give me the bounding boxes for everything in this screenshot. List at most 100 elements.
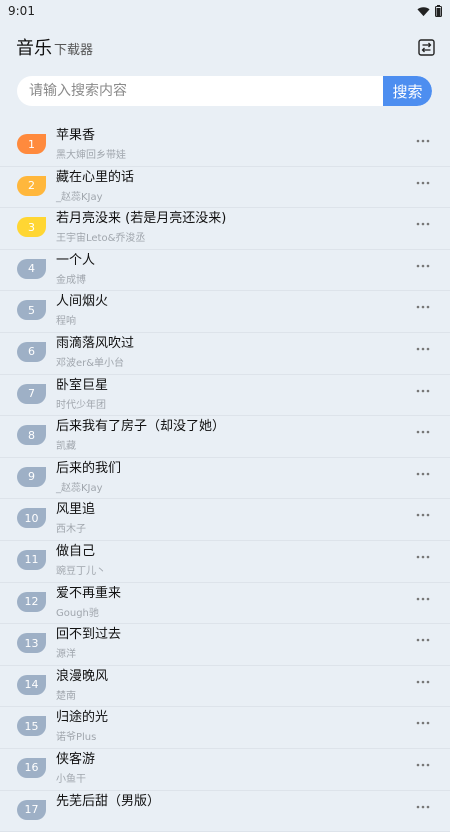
more-options-button[interactable] [416, 592, 430, 606]
song-row[interactable]: 2藏在心里的话_赵蕊KJay [0, 167, 450, 209]
song-info: 侠客游小鱼干 [56, 749, 95, 788]
more-dots-icon [416, 430, 430, 434]
song-title: 爱不再重来 [56, 585, 121, 603]
rank-badge: 7 [17, 384, 46, 404]
more-options-button[interactable] [416, 134, 430, 148]
rank-badge: 13 [17, 633, 46, 653]
song-info: 藏在心里的话 _赵蕊KJay [56, 167, 134, 206]
more-dots-icon [416, 389, 430, 393]
more-dots-icon [416, 597, 430, 601]
song-artist: 豌豆丁儿丶 [56, 564, 106, 580]
more-options-button[interactable] [416, 508, 430, 522]
song-row[interactable]: 11 做自己豌豆丁儿丶 [0, 541, 450, 583]
song-artist: _赵蕊KJay [56, 190, 134, 206]
more-options-button[interactable] [416, 217, 430, 231]
song-row[interactable]: 12 爱不再重来 Gough驰 [0, 583, 450, 625]
wifi-icon [417, 6, 430, 17]
rank-badge: 15 [17, 716, 46, 736]
song-row[interactable]: 16侠客游小鱼干 [0, 749, 450, 791]
song-title: 侠客游 [56, 751, 95, 769]
search-input[interactable] [17, 76, 383, 106]
song-row[interactable]: 15归途的光诺爷Plus [0, 707, 450, 749]
more-dots-icon [416, 805, 430, 809]
more-dots-icon [416, 139, 430, 143]
more-options-button[interactable] [416, 758, 430, 772]
more-options-button[interactable] [416, 633, 430, 647]
song-row[interactable]: 14 浪漫晚风楚南 [0, 666, 450, 708]
song-title: 浪漫晚风 [56, 668, 108, 686]
song-title: 先芜后甜（男版） [56, 793, 160, 811]
more-dots-icon [416, 472, 430, 476]
song-artist: 西木子 [56, 522, 95, 538]
song-info: 雨滴落风吹过邓波er&单小台 [56, 333, 134, 372]
song-artist: 楚南 [56, 689, 108, 705]
status-time: 9:01 [8, 4, 35, 18]
more-options-button[interactable] [416, 425, 430, 439]
song-info: 若月亮没来 (若是月亮还没来)王宇宙Leto&乔浚丞 [56, 208, 226, 247]
song-info: 爱不再重来 Gough驰 [56, 583, 121, 622]
more-options-button[interactable] [416, 550, 430, 564]
song-info: 苹果香黑大婶回乡带娃 [56, 125, 126, 164]
song-title: 藏在心里的话 [56, 169, 134, 187]
more-options-button[interactable] [416, 259, 430, 273]
song-artist: 金成博 [56, 273, 95, 289]
song-info: 卧室巨星时代少年团 [56, 375, 108, 414]
song-info: 后来的我们 _赵蕊KJay [56, 458, 121, 497]
search-bar: 搜索 [17, 76, 432, 106]
song-title: 做自己 [56, 543, 106, 561]
song-row[interactable]: 4一个人金成博 [0, 250, 450, 292]
rank-badge: 12 [17, 592, 46, 612]
song-row[interactable]: 17 先芜后甜（男版） [0, 791, 450, 832]
song-row[interactable]: 9 后来的我们 _赵蕊KJay [0, 458, 450, 500]
song-row[interactable]: 5 人间烟火程响 [0, 291, 450, 333]
song-title: 一个人 [56, 252, 95, 270]
more-options-button[interactable] [416, 342, 430, 356]
rank-badge: 14 [17, 675, 46, 695]
more-dots-icon [416, 680, 430, 684]
app-header: 音乐 下载器 [0, 22, 450, 72]
more-options-button[interactable] [416, 176, 430, 190]
song-info: 先芜后甜（男版） [56, 791, 160, 814]
title-wrap: 音乐 下载器 [16, 34, 93, 60]
song-info: 浪漫晚风楚南 [56, 666, 108, 705]
rank-badge: 10 [17, 508, 46, 528]
more-dots-icon [416, 305, 430, 309]
song-title: 后来的我们 [56, 460, 121, 478]
rank-badge: 6 [17, 342, 46, 362]
song-artist: Gough驰 [56, 606, 121, 622]
more-options-button[interactable] [416, 467, 430, 481]
song-row[interactable]: 7 卧室巨星时代少年团 [0, 375, 450, 417]
song-title: 归途的光 [56, 709, 108, 727]
app-subtitle: 下载器 [54, 39, 93, 58]
search-button[interactable]: 搜索 [383, 76, 432, 106]
more-options-button[interactable] [416, 800, 430, 814]
song-artist: 程响 [56, 314, 108, 330]
app-title: 音乐 [16, 34, 52, 60]
download-list-button[interactable] [416, 37, 436, 57]
rank-badge: 9 [17, 467, 46, 487]
more-options-button[interactable] [416, 384, 430, 398]
rank-badge: 11 [17, 550, 46, 570]
song-row[interactable]: 13回不到过去源洋 [0, 624, 450, 666]
song-row[interactable]: 1苹果香黑大婶回乡带娃 [0, 125, 450, 167]
song-info: 风里追西木子 [56, 499, 95, 538]
more-dots-icon [416, 347, 430, 351]
song-info: 做自己豌豆丁儿丶 [56, 541, 106, 580]
song-row[interactable]: 6 雨滴落风吹过邓波er&单小台 [0, 333, 450, 375]
more-options-button[interactable] [416, 716, 430, 730]
more-dots-icon [416, 555, 430, 559]
song-row[interactable]: 10 风里追西木子 [0, 499, 450, 541]
more-options-button[interactable] [416, 300, 430, 314]
song-row[interactable]: 3若月亮没来 (若是月亮还没来)王宇宙Leto&乔浚丞 [0, 208, 450, 250]
song-artist: 凯藏 [56, 439, 225, 455]
rank-badge: 5 [17, 300, 46, 320]
song-title: 人间烟火 [56, 293, 108, 311]
more-options-button[interactable] [416, 675, 430, 689]
song-title: 卧室巨星 [56, 377, 108, 395]
song-info: 一个人金成博 [56, 250, 95, 289]
battery-icon [435, 5, 442, 17]
rank-badge: 17 [17, 800, 46, 820]
song-row[interactable]: 8后来我有了房子（却没了她）凯藏 [0, 416, 450, 458]
song-title: 雨滴落风吹过 [56, 335, 134, 353]
song-artist: _赵蕊KJay [56, 481, 121, 497]
